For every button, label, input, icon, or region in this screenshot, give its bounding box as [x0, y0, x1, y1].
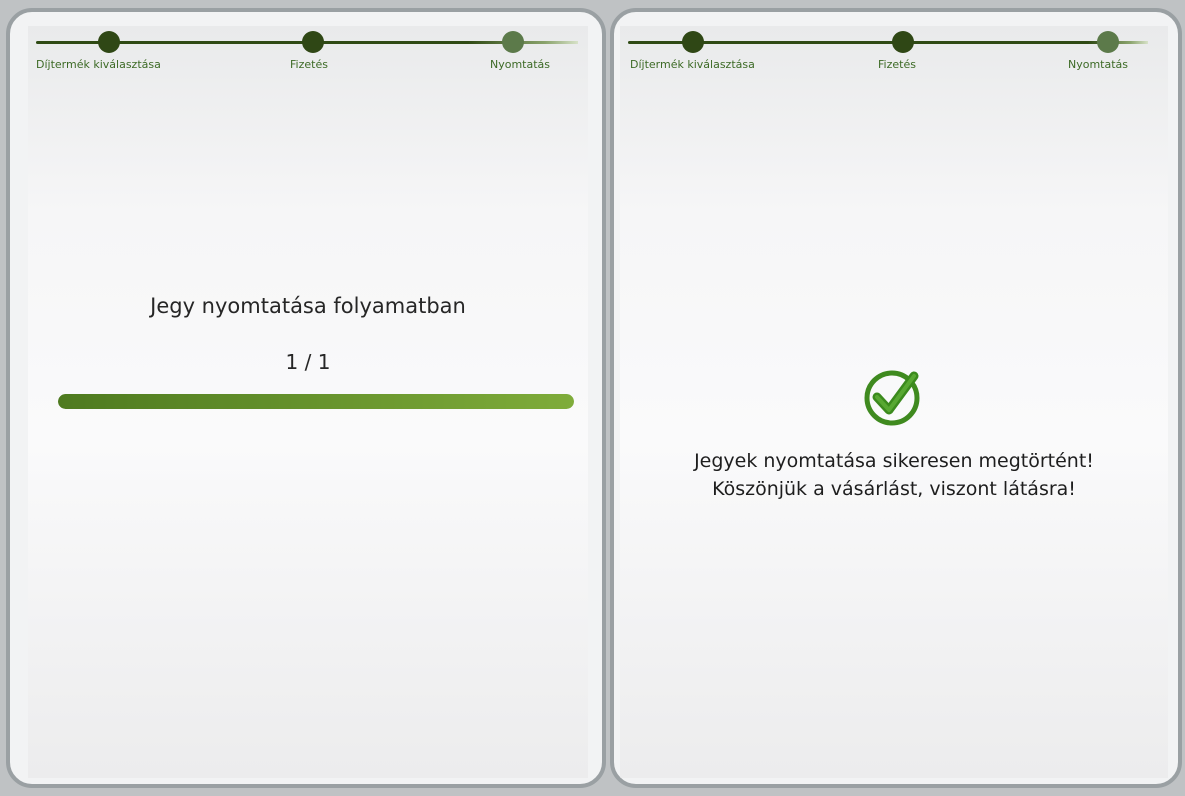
kiosk-screen: Díjtermék kiválasztása Fizetés Nyomtatás… [28, 26, 588, 778]
print-progress-bar [58, 394, 574, 409]
step-label-3: Nyomtatás [490, 58, 551, 71]
step-dot-1 [98, 31, 120, 53]
screen-printing-complete: Díjtermék kiválasztása Fizetés Nyomtatás… [610, 8, 1182, 788]
step-label-3: Nyomtatás [1068, 58, 1129, 71]
success-message-line2: Köszönjük a vásárlást, viszont látásra! [712, 478, 1076, 500]
step-indicator: Díjtermék kiválasztása Fizetés Nyomtatás [28, 26, 588, 86]
step-label-1: Díjtermék kiválasztása [36, 58, 161, 71]
step-indicator: Díjtermék kiválasztása Fizetés Nyomtatás [620, 26, 1168, 86]
step-dot-2 [302, 31, 324, 53]
kiosk-screen: Díjtermék kiválasztása Fizetés Nyomtatás… [620, 26, 1168, 778]
step-label-2: Fizetés [878, 58, 916, 71]
screen-printing-in-progress: Díjtermék kiválasztása Fizetés Nyomtatás… [6, 8, 606, 788]
step-dot-2 [892, 31, 914, 53]
check-circle-icon [864, 370, 920, 426]
step-dot-1 [682, 31, 704, 53]
success-message-line1: Jegyek nyomtatása sikeresen megtörtént! [694, 450, 1094, 472]
step-label-1: Díjtermék kiválasztása [630, 58, 755, 71]
step-label-2: Fizetés [290, 58, 328, 71]
print-counter: 1 / 1 [285, 350, 331, 374]
step-line [628, 41, 1148, 44]
printing-title: Jegy nyomtatása folyamatban [150, 294, 466, 318]
step-dot-3 [1097, 31, 1119, 53]
step-dot-3 [502, 31, 524, 53]
print-progress-fill [58, 394, 574, 409]
